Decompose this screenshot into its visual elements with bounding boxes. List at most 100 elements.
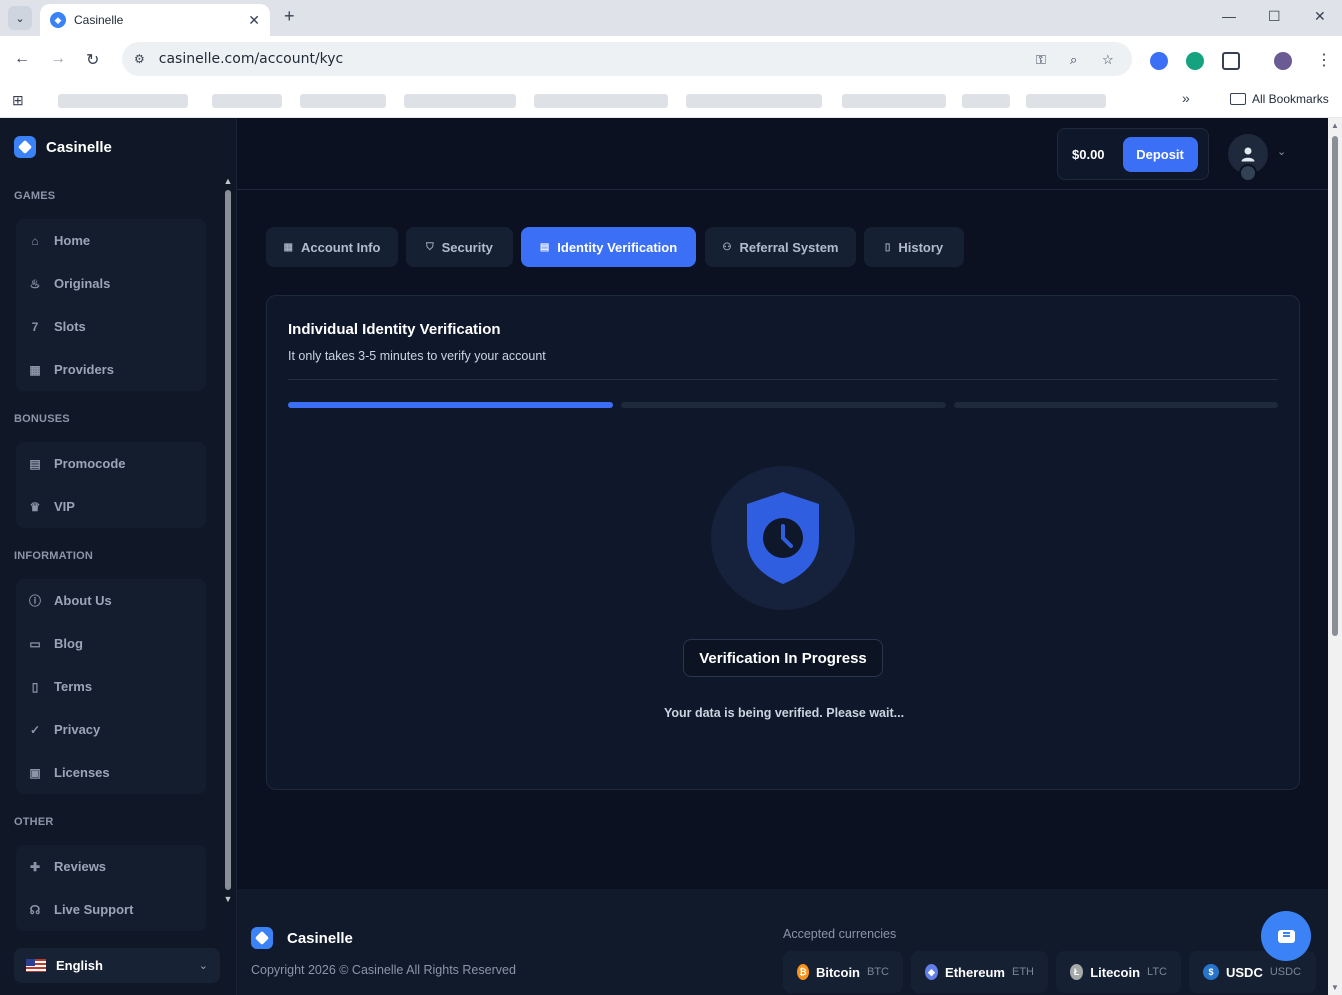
sidebar-item-label: Terms — [54, 679, 93, 694]
tab-referral-system[interactable]: ⚇ Referral System — [705, 227, 856, 267]
brand-name: Casinelle — [46, 138, 112, 156]
bookmark-item[interactable] — [1026, 94, 1106, 108]
bookmark-item[interactable] — [534, 94, 668, 108]
sidebar-item-label: VIP — [54, 499, 75, 514]
id-card-icon: ▤ — [539, 241, 550, 253]
scroll-down-arrow-icon[interactable]: ▼ — [1331, 983, 1339, 992]
sidebar-item-providers[interactable]: ▦ Providers — [16, 348, 206, 391]
language-selector[interactable]: English ⌄ — [14, 948, 220, 983]
progress-step-3 — [954, 402, 1278, 408]
document-icon: ▯ — [31, 679, 39, 694]
progress-step-2 — [621, 402, 946, 408]
scrollbar-thumb[interactable] — [1332, 136, 1338, 636]
extensions-puzzle-icon[interactable] — [1222, 52, 1240, 70]
page-scrollbar[interactable]: ▲ ▼ — [1328, 118, 1342, 995]
browser-toolbar: ← → ↻ ⚙ casinelle.com/account/kyc ⚿ ⌕ ☆ … — [0, 36, 1342, 84]
new-tab-plus-icon[interactable]: + — [284, 6, 295, 27]
scroll-up-arrow-icon[interactable]: ▲ — [222, 176, 234, 186]
all-bookmarks[interactable]: All Bookmarks — [1230, 92, 1329, 106]
us-flag-icon — [26, 959, 46, 972]
section-title-other: OTHER — [14, 816, 54, 828]
bookmark-item[interactable] — [404, 94, 516, 108]
litecoin-icon: Ł — [1070, 964, 1084, 980]
page-title: Individual Identity Verification — [288, 321, 501, 338]
kebab-menu-icon[interactable]: ⋮ — [1316, 50, 1332, 70]
profile-avatar-icon[interactable] — [1274, 52, 1292, 70]
sidebar-item-slots[interactable]: 7 Slots — [16, 305, 206, 348]
sidebar-item-label: Home — [54, 233, 91, 248]
tab-account-info[interactable]: ▦ Account Info — [266, 227, 398, 267]
tab-security[interactable]: ⛉ Security — [406, 227, 513, 267]
sidebar-item-home[interactable]: ⌂ Home — [16, 219, 206, 262]
tab-search-button[interactable]: ⌄ — [8, 6, 32, 30]
sidebar-item-vip[interactable]: ♛ VIP — [16, 485, 206, 528]
url-text[interactable]: casinelle.com/account/kyc — [159, 51, 344, 67]
currency-code: ETH — [1012, 966, 1034, 978]
sidebar-item-label: Originals — [54, 276, 111, 291]
close-icon[interactable]: ✕ — [248, 12, 260, 29]
sidebar-item-live-support[interactable]: ☊ Live Support — [16, 888, 206, 931]
chevron-down-icon[interactable]: ⌄ — [1277, 145, 1286, 158]
sidebar-item-reviews[interactable]: ✚ Reviews — [16, 845, 206, 888]
bookmark-item[interactable] — [962, 94, 1010, 108]
grammarly-icon[interactable] — [1186, 52, 1204, 70]
more-bookmarks-chevron-icon[interactable]: » — [1182, 90, 1190, 106]
bookmark-item[interactable] — [842, 94, 946, 108]
sidebar-item-licenses[interactable]: ▣ Licenses — [16, 751, 206, 794]
sidebar-item-label: Blog — [54, 636, 83, 651]
scrollbar-thumb[interactable] — [225, 190, 231, 890]
password-key-icon[interactable]: ⚿ — [1036, 52, 1046, 68]
bookmark-item[interactable] — [212, 94, 282, 108]
bitcoin-icon: ₿ — [797, 964, 809, 980]
sidebar-item-privacy[interactable]: ✓ Privacy — [16, 708, 206, 751]
ticket-icon: ▤ — [29, 456, 41, 471]
wallet-box: $0.00 Deposit — [1057, 128, 1209, 180]
site-info-icon[interactable]: ⚙ — [134, 52, 145, 66]
tab-history[interactable]: ▯ History — [864, 227, 964, 267]
sidebar-item-about-us[interactable]: ⓘ About Us — [16, 579, 206, 622]
minimize-icon[interactable]: — — [1222, 8, 1236, 24]
scroll-up-arrow-icon[interactable]: ▲ — [1331, 121, 1339, 130]
currency-code: BTC — [867, 966, 889, 978]
sidebar-item-promocode[interactable]: ▤ Promocode — [16, 442, 206, 485]
maximize-icon[interactable]: ☐ — [1268, 8, 1281, 25]
sidebar-item-terms[interactable]: ▯ Terms — [16, 665, 206, 708]
grid-icon: ▦ — [283, 241, 293, 253]
brand-logo-link[interactable]: Casinelle — [14, 136, 112, 158]
window-close-icon[interactable]: ✕ — [1314, 8, 1326, 25]
progress-step-1 — [288, 402, 613, 408]
file-icon: ▯ — [884, 241, 891, 253]
zoom-icon[interactable]: ⌕ — [1070, 52, 1077, 68]
deposit-button[interactable]: Deposit — [1122, 136, 1198, 172]
verification-status-badge: Verification In Progress — [683, 639, 883, 677]
sidebar-scrollbar[interactable]: ▲ ▼ — [222, 176, 234, 932]
forward-arrow-icon[interactable]: → — [50, 50, 66, 68]
tab-identity-verification[interactable]: ▤ Identity Verification — [521, 227, 696, 267]
scroll-down-arrow-icon[interactable]: ▼ — [222, 894, 234, 904]
bookmarks-bar: ⊞ » All Bookmarks — [0, 84, 1342, 118]
bookmark-star-icon[interactable]: ☆ — [1102, 52, 1114, 68]
apps-grid-icon[interactable]: ⊞ — [12, 92, 24, 109]
footer: Casinelle Copyright 2026 © Casinelle All… — [237, 889, 1328, 995]
back-arrow-icon[interactable]: ← — [14, 50, 30, 68]
bookmark-item[interactable] — [686, 94, 822, 108]
sidebar-item-label: Providers — [54, 362, 114, 377]
shield-clock-icon — [747, 492, 819, 584]
app-root: Casinelle GAMES ⌂ Home ♨ Originals 7 Slots … — [0, 118, 1342, 995]
live-chat-button[interactable] — [1261, 911, 1311, 961]
bookmark-item[interactable] — [58, 94, 188, 108]
sidebar-item-label: About Us — [54, 593, 112, 608]
sidebar-item-blog[interactable]: ▭ Blog — [16, 622, 206, 665]
chat-bubble-icon — [1277, 929, 1295, 943]
address-bar[interactable]: ⚙ casinelle.com/account/kyc ⚿ ⌕ ☆ — [122, 42, 1132, 76]
tab-label: History — [898, 239, 944, 255]
browser-tab[interactable]: ◆ Casinelle ✕ — [40, 4, 270, 36]
extension-shield-icon[interactable] — [1150, 52, 1168, 70]
currency-name: USDC — [1226, 964, 1263, 980]
chevron-down-icon: ⌄ — [198, 960, 208, 972]
top-header: $0.00 Deposit ⌄ — [237, 118, 1328, 190]
footer-brand[interactable]: Casinelle — [251, 927, 353, 949]
sidebar-item-originals[interactable]: ♨ Originals — [16, 262, 206, 305]
bookmark-item[interactable] — [300, 94, 386, 108]
reload-icon[interactable]: ↻ — [86, 50, 99, 70]
